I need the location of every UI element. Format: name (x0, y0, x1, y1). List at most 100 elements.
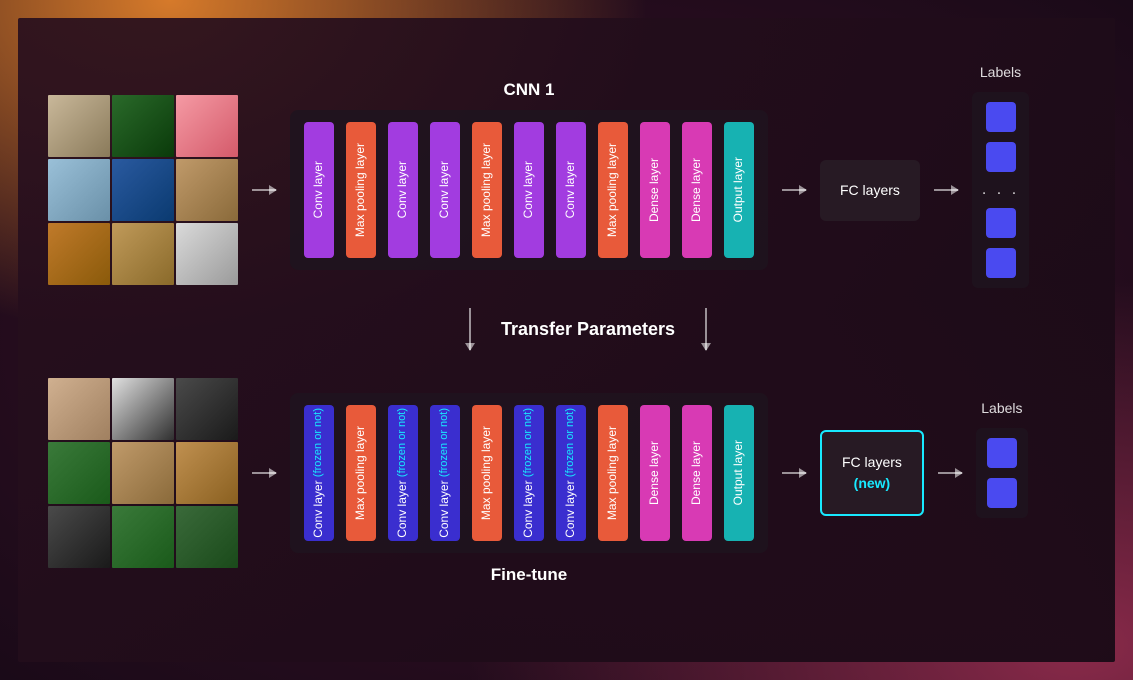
nn-layer-label: Max pooling layer (354, 143, 367, 237)
labels-block: Labels . . . (972, 92, 1029, 288)
nn-layer: Conv layer (frozen or not) (430, 405, 460, 541)
label-square (986, 248, 1016, 278)
labels-title: Labels (976, 400, 1028, 416)
image-thumb (176, 378, 238, 440)
nn-layer: Dense layer (682, 405, 712, 541)
diagram-stage: CNN 1 Conv layerMax pooling layerConv la… (18, 18, 1115, 662)
nn-layer-label: Output layer (732, 440, 745, 505)
label-square (986, 208, 1016, 238)
cnn1-title: CNN 1 (290, 80, 768, 100)
nn-layer: Conv layer (frozen or not) (514, 405, 544, 541)
image-thumb (176, 442, 238, 504)
image-thumb (112, 159, 174, 221)
nn-layer-label: Conv layer (312, 161, 325, 218)
image-thumb (48, 378, 110, 440)
nn-layer: Conv layer (304, 122, 334, 258)
nn-layer: Max pooling layer (472, 405, 502, 541)
nn-layer-label: Conv layer (frozen or not) (396, 408, 409, 538)
nn-layer-label: Conv layer (frozen or not) (312, 408, 325, 538)
image-thumb (176, 159, 238, 221)
label-square (987, 438, 1017, 468)
arrow-down-icon (469, 308, 471, 350)
image-thumb (48, 223, 110, 285)
label-ellipsis: . . . (982, 182, 1019, 198)
fc-layers-label: FC layers (842, 454, 902, 470)
nn-layer-label: Conv layer (522, 161, 535, 218)
nn-layer: Conv layer (514, 122, 544, 258)
finetune-layers: Conv layer (frozen or not) Max pooling la… (290, 393, 768, 553)
nn-layer-label: Max pooling layer (606, 426, 619, 520)
nn-layer: Conv layer (frozen or not) (556, 405, 586, 541)
label-square (986, 142, 1016, 172)
nn-layer: Output layer (724, 405, 754, 541)
labels-title: Labels (972, 64, 1029, 80)
label-square (986, 102, 1016, 132)
nn-layer: Max pooling layer (472, 122, 502, 258)
finetune-block: Conv layer (frozen or not) Max pooling la… (290, 393, 768, 553)
cnn1-layers: Conv layer Max pooling layer Conv layer Con… (290, 110, 768, 270)
image-thumb (176, 95, 238, 157)
nn-layer: Max pooling layer (598, 405, 628, 541)
transfer-label: Transfer Parameters (501, 319, 675, 340)
nn-layer-label: Conv layer (396, 161, 409, 218)
nn-layer: Conv layer (430, 122, 460, 258)
nn-layer-label: Max pooling layer (480, 426, 493, 520)
nn-layer: Max pooling layer (346, 122, 376, 258)
arrow-down-icon (705, 308, 707, 350)
labels-box: . . . (972, 92, 1029, 288)
nn-layer-label: Output layer (732, 157, 745, 222)
image-thumb (48, 95, 110, 157)
labels-box (976, 428, 1028, 518)
nn-layer-label: Dense layer (648, 441, 661, 505)
nn-layer-label: Conv layer (438, 161, 451, 218)
nn-layer-label: Max pooling layer (480, 143, 493, 237)
pretrain-row: CNN 1 Conv layerMax pooling layerConv la… (48, 92, 1085, 288)
source-image-grid (48, 95, 238, 285)
arrow-icon (252, 189, 276, 191)
nn-layer: Conv layer (556, 122, 586, 258)
nn-layer-label: Conv layer (frozen or not) (564, 408, 577, 538)
target-image-grid (48, 378, 238, 568)
cnn1-block: CNN 1 Conv layerMax pooling layerConv la… (290, 110, 768, 270)
image-thumb (176, 506, 238, 568)
label-square (987, 478, 1017, 508)
nn-layer-label: Max pooling layer (606, 143, 619, 237)
nn-layer: Conv layer (frozen or not) (388, 405, 418, 541)
nn-layer-label: Dense layer (648, 158, 661, 222)
nn-layer-label: Dense layer (690, 441, 703, 505)
image-thumb (48, 159, 110, 221)
nn-layer: Conv layer (388, 122, 418, 258)
nn-layer: Dense layer (640, 405, 670, 541)
nn-layer: Max pooling layer (598, 122, 628, 258)
nn-layer-label: Dense layer (690, 158, 703, 222)
image-thumb (176, 223, 238, 285)
image-thumb (48, 442, 110, 504)
arrow-icon (782, 189, 806, 191)
nn-layer: Dense layer (682, 122, 712, 258)
nn-layer: Conv layer (frozen or not) (304, 405, 334, 541)
image-thumb (112, 442, 174, 504)
fc-layers-label: FC layers (840, 182, 900, 198)
nn-layer-label: Conv layer (frozen or not) (438, 408, 451, 538)
image-thumb (112, 95, 174, 157)
arrow-icon (934, 189, 958, 191)
nn-layer: Max pooling layer (346, 405, 376, 541)
finetune-title: Fine-tune (290, 565, 768, 585)
arrow-icon (938, 472, 962, 474)
image-thumb (112, 223, 174, 285)
image-thumb (112, 378, 174, 440)
nn-layer-label: Conv layer (564, 161, 577, 218)
nn-layer-label: Conv layer (frozen or not) (522, 408, 535, 538)
nn-layer: Dense layer (640, 122, 670, 258)
fc-layers-new-box: FC layers (new) (820, 430, 924, 516)
arrow-icon (782, 472, 806, 474)
arrow-icon (252, 472, 276, 474)
fc-new-label: (new) (854, 475, 891, 491)
image-thumb (112, 506, 174, 568)
transfer-row: Transfer Parameters (328, 308, 848, 350)
fc-layers-box: FC layers (820, 160, 920, 221)
nn-layer-label: Max pooling layer (354, 426, 367, 520)
finetune-row: Conv layer (frozen or not) Max pooling la… (48, 378, 1085, 568)
labels-block: Labels (976, 428, 1028, 518)
image-thumb (48, 506, 110, 568)
